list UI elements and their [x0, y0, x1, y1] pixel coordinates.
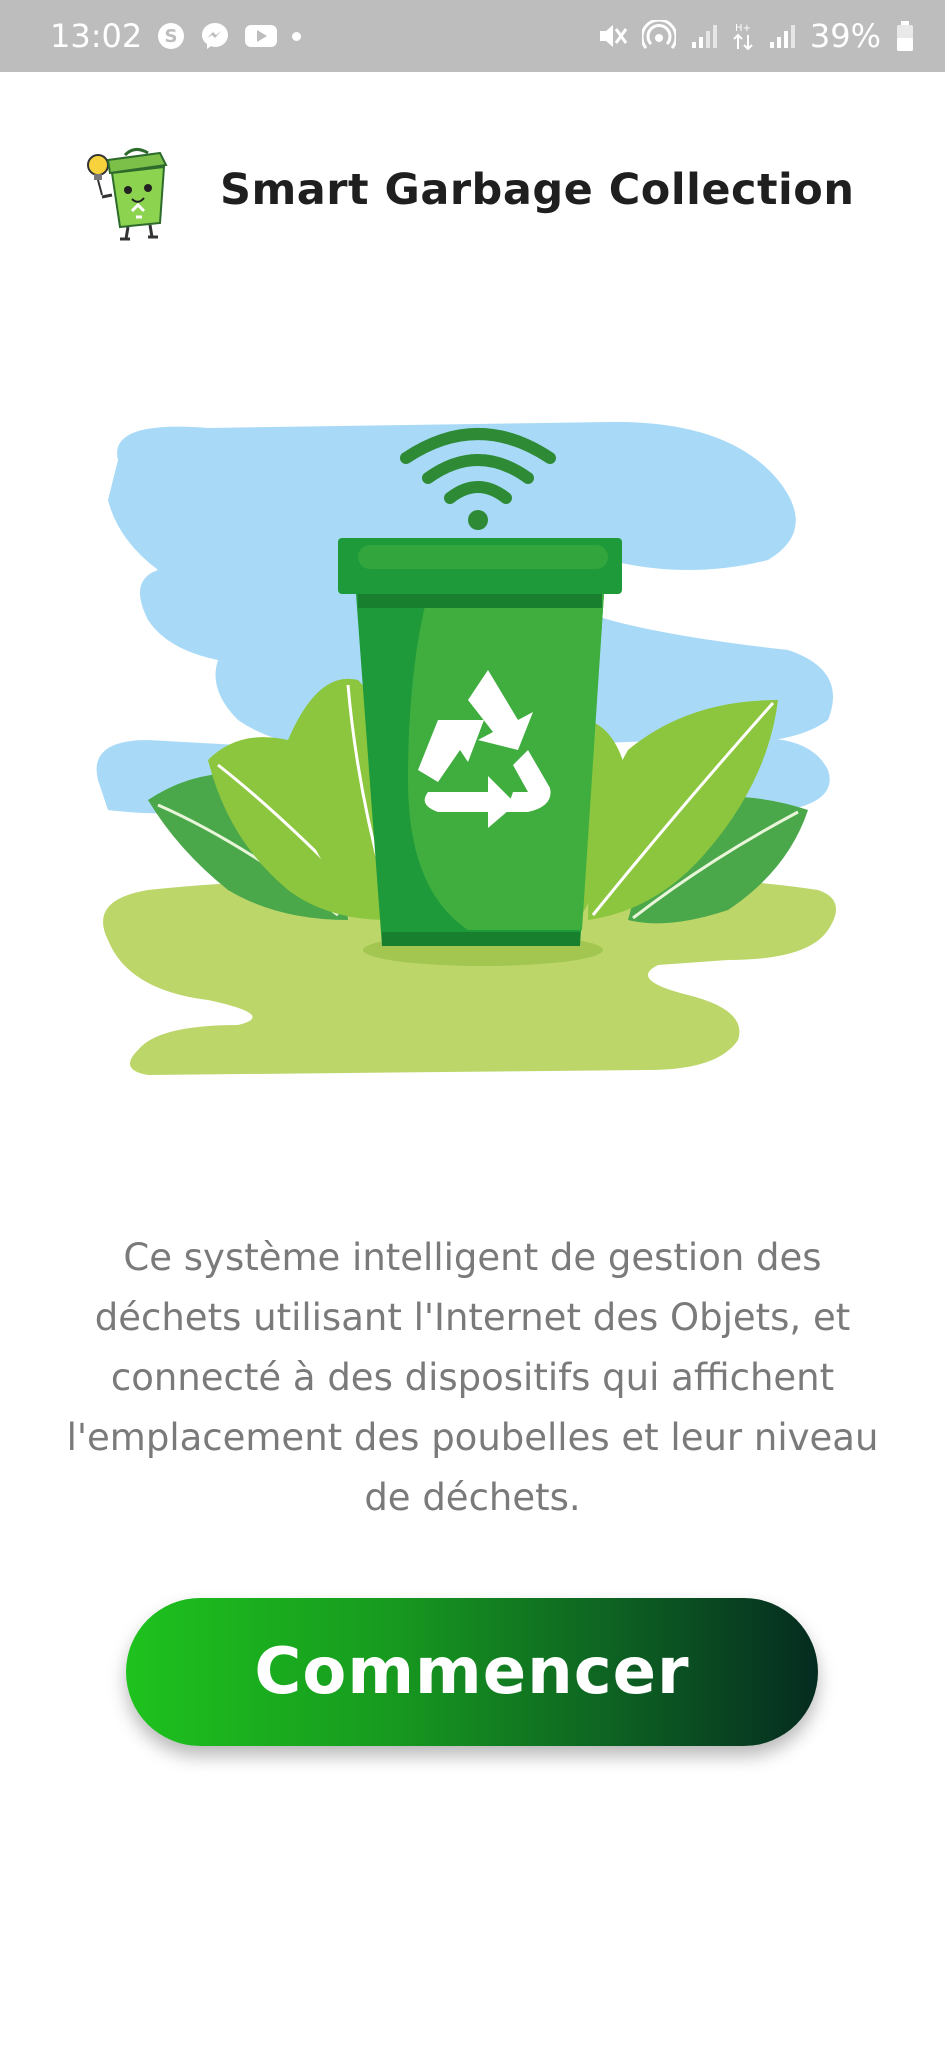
skype-icon: S — [156, 21, 186, 51]
status-right: H+ 39% — [596, 17, 915, 55]
status-bar: 13:02 S H+ 39% — [0, 0, 945, 72]
signal-icon — [690, 22, 718, 50]
status-left: 13:02 S — [50, 17, 302, 55]
battery-percentage: 39% — [809, 17, 881, 55]
start-button[interactable]: Commencer — [126, 1598, 818, 1746]
svg-text:S: S — [165, 26, 178, 47]
battery-icon — [895, 20, 915, 52]
app-header: Smart Garbage Collection — [80, 130, 880, 250]
app-title: Smart Garbage Collection — [220, 165, 855, 215]
smart-recycling-bin-illustration — [88, 420, 858, 1100]
mute-vibrate-icon — [596, 21, 628, 51]
green-trash-bin-mascot-icon — [80, 135, 180, 245]
signal-icon — [768, 22, 796, 50]
youtube-icon — [244, 23, 278, 49]
data-arrows-icon: H+ — [732, 21, 754, 51]
hotspot-icon — [641, 20, 676, 52]
notification-dot-icon — [292, 31, 302, 41]
status-time: 13:02 — [50, 17, 143, 55]
svg-text:H+: H+ — [735, 23, 751, 34]
description-text: Ce système intelligent de gestion des dé… — [66, 1236, 879, 1519]
messenger-icon — [200, 21, 230, 51]
